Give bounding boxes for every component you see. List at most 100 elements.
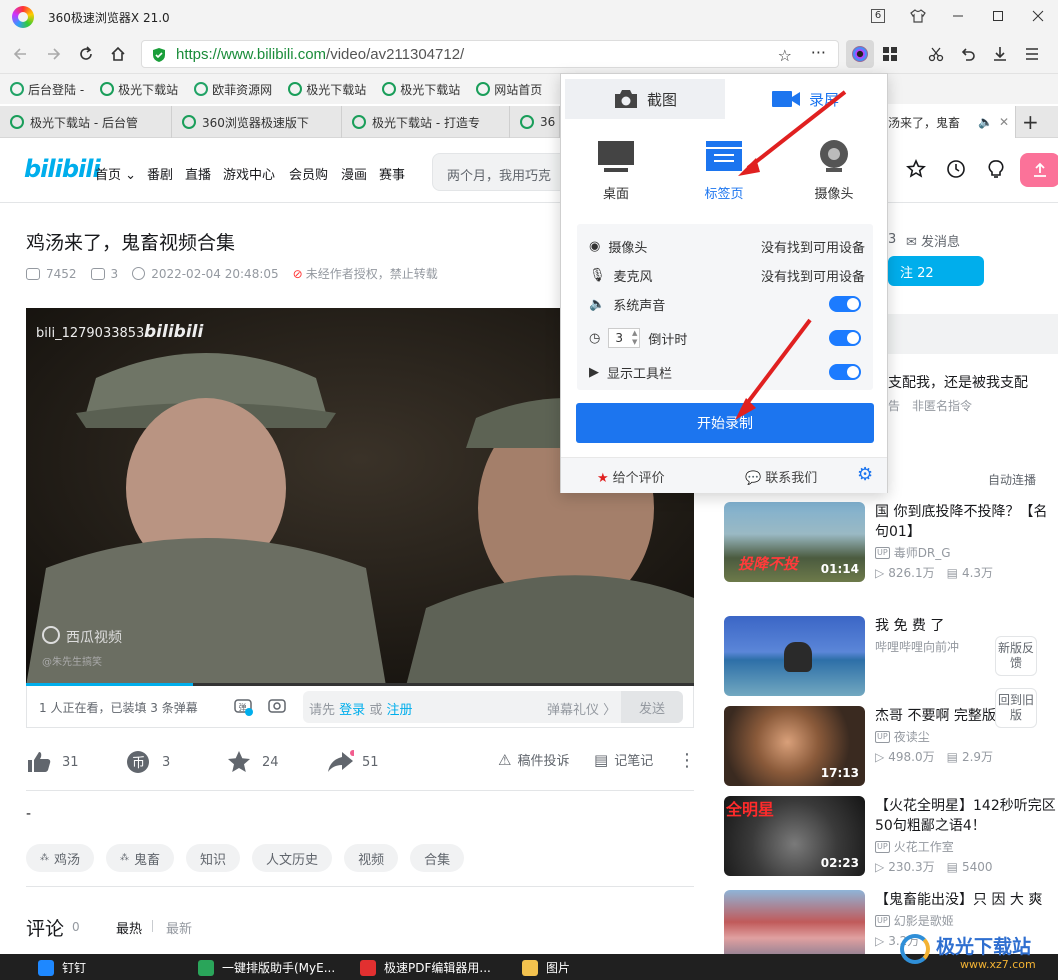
uploader[interactable]: UP 夜读尘 — [875, 728, 930, 745]
bilibili-logo[interactable]: bilibili — [24, 155, 101, 183]
danmaku-toggle-icon[interactable]: 弹 — [233, 696, 253, 716]
bookmark-item[interactable]: 欧菲资源网 — [194, 81, 272, 98]
tab-close-icon[interactable]: ✕ — [999, 115, 1009, 129]
star-icon[interactable]: ☆ — [778, 46, 792, 65]
bookmark-item[interactable]: 后台登陆 - — [10, 81, 84, 98]
favorites-icon[interactable] — [906, 159, 926, 179]
countdown-toggle[interactable] — [829, 330, 861, 346]
nav-game[interactable]: 游戏中心 — [223, 164, 275, 183]
upload-button[interactable] — [1020, 153, 1058, 187]
browser-tab[interactable]: 极光下载站 - 打造专 — [342, 106, 510, 138]
notes-button[interactable]: ▤ 记笔记 — [594, 750, 653, 770]
uploader[interactable]: UP 火花工作室 — [875, 838, 954, 855]
menu-icon[interactable] — [1020, 42, 1044, 66]
taskbar-app[interactable]: 图片 — [522, 959, 570, 976]
favorite-button[interactable]: 24 — [226, 750, 279, 774]
browser-tab[interactable]: 极光下载站 - 后台管 — [0, 106, 172, 138]
video-title-link[interactable]: 我 免 费 了 — [875, 616, 1058, 636]
scissors-icon[interactable] — [924, 42, 948, 66]
report-button[interactable]: ⚠ 稿件投诉 — [498, 750, 569, 770]
countdown-stepper[interactable]: 3 ▲ ▼ — [608, 328, 641, 348]
maximize-button[interactable] — [978, 0, 1018, 32]
video-title-link[interactable]: 国 你到底投降不投降？【名句01】 — [875, 502, 1058, 542]
download-icon[interactable] — [988, 42, 1012, 66]
undo-icon[interactable] — [956, 42, 980, 66]
back-icon[interactable] — [8, 42, 32, 66]
forward-icon[interactable] — [42, 42, 66, 66]
new-version-feedback-button[interactable]: 新版反馈 — [995, 636, 1037, 676]
tag-item[interactable]: ⁂ 鬼畜 — [106, 844, 175, 872]
danmaku-etiquette-link[interactable]: 弹幕礼仪 〉 — [547, 699, 616, 718]
nav-manga[interactable]: 漫画 — [341, 164, 367, 183]
tag-item[interactable]: 人文历史 — [252, 844, 333, 872]
minimize-button[interactable] — [938, 0, 978, 32]
playlist-title[interactable]: 支配我，还是被我支配 — [888, 372, 1028, 392]
system-audio-toggle[interactable] — [829, 296, 861, 312]
danmaku-register-link[interactable]: 注册 — [386, 703, 412, 718]
creator-bulb-icon[interactable] — [986, 159, 1006, 179]
bookmark-item[interactable]: 极光下载站 — [288, 81, 366, 98]
video-title-link[interactable]: 【火花全明星】142秒听完区50句粗鄙之语4！ — [875, 796, 1058, 836]
sort-hot-button[interactable]: 最热 — [116, 918, 142, 937]
recommended-video[interactable]: 投降不投 01:14 国 你到底投降不投降？【名句01】 UP 毒师DR_G ▷ 8… — [724, 502, 1058, 590]
reload-icon[interactable] — [74, 42, 98, 66]
skin-icon[interactable] — [898, 0, 938, 32]
uploader[interactable]: UP 幻影是歌姬 — [875, 912, 954, 929]
uploader[interactable]: UP 毒师DR_G — [875, 544, 951, 561]
nav-shop[interactable]: 会员购 — [289, 164, 328, 183]
share-button[interactable]: 51 — [326, 750, 379, 774]
tag-item[interactable]: 知识 — [186, 844, 241, 872]
source-camera[interactable]: 摄像头 — [789, 139, 879, 202]
history-icon[interactable] — [946, 159, 966, 179]
settings-gear-icon[interactable]: ⚙ — [857, 464, 873, 485]
danmaku-settings-icon[interactable] — [267, 696, 287, 716]
video-title-link[interactable]: 【鬼畜能出没】只 因 大 爽 — [875, 890, 1058, 910]
screen-capture-icon[interactable] — [846, 40, 874, 68]
tag-item[interactable]: 视频 — [344, 844, 399, 872]
nav-bangumi[interactable]: 番剧 — [147, 164, 173, 183]
more-actions-icon[interactable]: ⋮ — [678, 750, 696, 771]
browser-tab[interactable]: 360浏览器极速版下 — [172, 106, 342, 138]
taskbar-app[interactable]: 一键排版助手(MyE... — [198, 959, 335, 976]
taskbar-app[interactable]: 极速PDF编辑器用... — [360, 959, 491, 976]
autoplay-toggle[interactable]: 自动连播 — [988, 471, 1036, 488]
send-message-button[interactable]: ✉ 发消息 — [906, 231, 960, 250]
more-icon[interactable]: ··· — [811, 43, 826, 62]
bookmark-item[interactable]: 网站首页 — [476, 81, 542, 98]
nav-home[interactable]: 首页 ⌄ — [95, 164, 136, 183]
taskbar-app[interactable]: 钉钉 — [38, 959, 86, 976]
new-tab-button[interactable]: + — [1022, 110, 1039, 134]
source-tab[interactable]: 标签页 — [679, 139, 769, 202]
nav-match[interactable]: 赛事 — [379, 164, 405, 183]
tab-record[interactable]: 录屏 — [725, 79, 885, 119]
rate-button[interactable]: ★ 给个评价 — [597, 467, 665, 486]
recommended-video[interactable]: 全明星 02:23 【火花全明星】142秒听完区50句粗鄙之语4！ UP 火花工作… — [724, 796, 1058, 884]
url-text[interactable]: https://www.bilibili.com/video/av2113047… — [176, 46, 464, 63]
speaker-icon[interactable]: 🔈 — [978, 115, 993, 129]
search-input[interactable]: 两个月，我用巧克 — [432, 153, 572, 191]
close-button[interactable] — [1018, 0, 1058, 32]
uploader[interactable]: 哔哩哔哩向前冲 — [875, 638, 959, 655]
old-version-button[interactable]: 回到旧版 — [995, 688, 1037, 728]
tab-screenshot[interactable]: 截图 — [565, 79, 725, 119]
tag-item[interactable]: ⁂ 鸡汤 — [26, 844, 95, 872]
follow-button[interactable]: 注 22 — [888, 256, 984, 286]
contact-button[interactable]: 💬 联系我们 — [745, 467, 817, 486]
sort-new-button[interactable]: 最新 — [166, 918, 192, 937]
browser-tab[interactable]: 36 — [510, 106, 560, 138]
browser-tab-active[interactable]: 汤来了，鬼畜 🔈 ✕ — [888, 106, 1016, 138]
apps-grid-icon[interactable] — [878, 42, 902, 66]
like-button[interactable]: 31 — [26, 750, 79, 774]
coin-button[interactable]: 币3 — [126, 750, 170, 774]
home-icon[interactable] — [106, 42, 130, 66]
address-bar[interactable]: https://www.bilibili.com/video/av2113047… — [141, 40, 839, 68]
start-recording-button[interactable]: 开始录制 — [576, 403, 874, 443]
bookmark-item[interactable]: 极光下载站 — [100, 81, 178, 98]
tab-count-button[interactable]: 6 — [858, 0, 898, 32]
danmaku-login-link[interactable]: 登录 — [339, 703, 365, 718]
danmaku-input[interactable]: 请先 登录 或 注册 弹幕礼仪 〉 发送 — [303, 691, 683, 723]
stepper-arrows-icon[interactable]: ▲ ▼ — [632, 329, 637, 347]
tag-item[interactable]: 合集 — [410, 844, 465, 872]
send-danmaku-button[interactable]: 发送 — [621, 691, 683, 723]
bookmark-item[interactable]: 极光下载站 — [382, 81, 460, 98]
